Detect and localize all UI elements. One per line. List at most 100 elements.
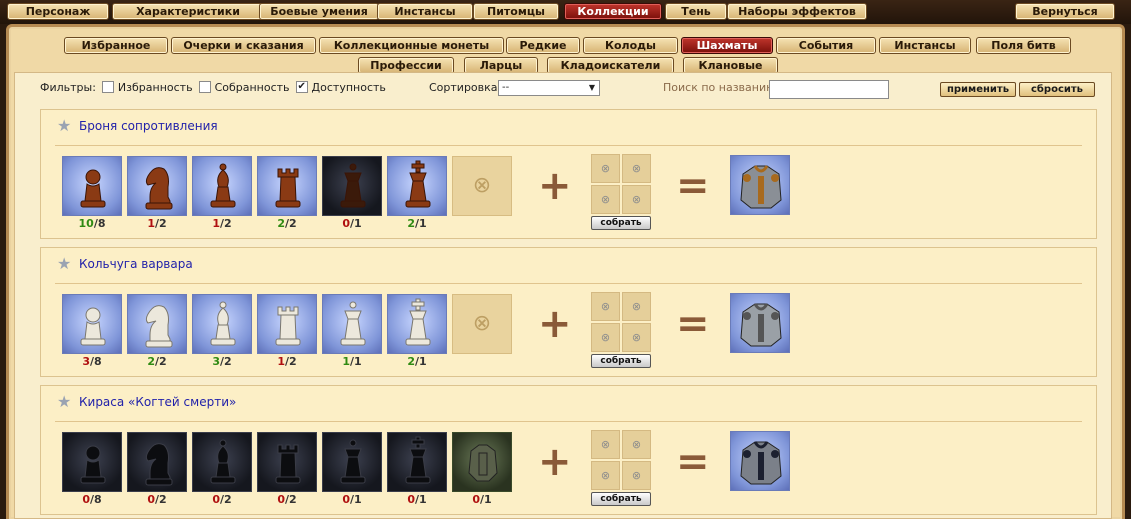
- count-have: 0: [342, 493, 350, 506]
- back-button[interactable]: Вернуться: [1015, 3, 1115, 20]
- collection-title[interactable]: ★ Кольчуга варвара: [57, 256, 193, 272]
- chess-bishop-icon[interactable]: [192, 156, 252, 216]
- chess-queen-icon[interactable]: [322, 294, 382, 354]
- divider: [55, 283, 1082, 284]
- chess-king-icon[interactable]: [387, 294, 447, 354]
- filter-available-checkbox[interactable]: [295, 79, 308, 95]
- divider: [55, 421, 1082, 422]
- item-count: 2/1: [387, 218, 447, 230]
- count-need: 1: [419, 355, 427, 368]
- empty-slot-icon: ⊗: [591, 185, 620, 214]
- count-need: 2: [289, 217, 297, 230]
- collection-title[interactable]: ★ Кираса «Когтей смерти»: [57, 394, 236, 410]
- favorite-star-icon[interactable]: ★: [57, 256, 75, 272]
- count-need: 2: [224, 217, 232, 230]
- collection-title-text[interactable]: Кольчуга варвара: [79, 257, 193, 271]
- count-need: 1: [419, 493, 427, 506]
- count-have: 0: [82, 493, 90, 506]
- count-have: 0: [147, 493, 155, 506]
- chess-knight-icon[interactable]: [127, 294, 187, 354]
- empty-slot-icon: ⊗: [622, 461, 651, 490]
- chess-pawn-icon[interactable]: [62, 294, 122, 354]
- sub-tab-8[interactable]: Поля битв: [976, 37, 1071, 54]
- count-need: 1: [354, 355, 362, 368]
- filter-favorite-checkbox[interactable]: [101, 81, 114, 93]
- reset-button[interactable]: сбросить: [1019, 82, 1095, 97]
- collection-title-text[interactable]: Кираса «Когтей смерти»: [79, 395, 236, 409]
- top-tab-6[interactable]: Тень: [665, 3, 727, 20]
- top-tab-4[interactable]: Питомцы: [473, 3, 559, 20]
- chess-rook-icon[interactable]: [257, 432, 317, 492]
- chess-rook-icon[interactable]: [257, 294, 317, 354]
- cuirass-icon[interactable]: [730, 431, 790, 491]
- count-have: 10: [78, 217, 94, 230]
- sub-tab-0[interactable]: Избранное: [64, 37, 168, 54]
- sub-tab-3[interactable]: Редкие: [506, 37, 580, 54]
- count-need: 1: [484, 493, 492, 506]
- collect-button[interactable]: собрать: [591, 216, 651, 230]
- chess-knight-icon[interactable]: [127, 432, 187, 492]
- sort-select[interactable]: -- ▼: [498, 80, 600, 96]
- empty-slot-icon: ⊗: [452, 156, 512, 216]
- empty-slot-icon: ⊗: [622, 154, 651, 183]
- count-need: 2: [159, 493, 167, 506]
- chevron-down-icon: ▼: [588, 83, 595, 92]
- top-tab-0[interactable]: Персонаж: [7, 3, 109, 20]
- empty-slot-icon: ⊗: [591, 323, 620, 352]
- count-need: 2: [159, 217, 167, 230]
- chess-armor-icon[interactable]: [452, 432, 512, 492]
- item-count: 3/2: [192, 356, 252, 368]
- sub-tab-4[interactable]: Колоды: [583, 37, 678, 54]
- chess-queen-icon[interactable]: [322, 156, 382, 216]
- top-tab-5[interactable]: Коллекции: [564, 3, 662, 20]
- chess-bishop-icon[interactable]: [192, 294, 252, 354]
- sub-tab-2[interactable]: Коллекционные монеты: [319, 37, 504, 54]
- empty-slot-icon: ⊗: [591, 154, 620, 183]
- count-need: 2: [159, 355, 167, 368]
- top-tab-7[interactable]: Наборы эффектов: [727, 3, 867, 20]
- sub-tab-5[interactable]: Шахматы: [681, 37, 773, 54]
- count-have: 1: [212, 217, 220, 230]
- item-count: 0/2: [127, 494, 187, 506]
- sub-tab-7[interactable]: Инстансы: [879, 37, 971, 54]
- chess-pawn-icon[interactable]: [62, 432, 122, 492]
- filter-collected-checkbox[interactable]: [198, 81, 211, 93]
- chess-bishop-icon[interactable]: [192, 432, 252, 492]
- collection-title-text[interactable]: Броня сопротивления: [79, 119, 218, 133]
- filters-label: Фильтры:: [40, 81, 96, 94]
- chess-queen-icon[interactable]: [322, 432, 382, 492]
- collect-button[interactable]: собрать: [591, 492, 651, 506]
- sub-tab-1[interactable]: Очерки и сказания: [171, 37, 316, 54]
- favorite-star-icon[interactable]: ★: [57, 118, 75, 134]
- apply-button[interactable]: применить: [940, 82, 1016, 97]
- item-count: 0/8: [62, 494, 122, 506]
- plus-sign: +: [538, 163, 572, 209]
- top-tab-2[interactable]: Боевые умения: [259, 3, 379, 20]
- count-have: 1: [277, 355, 285, 368]
- empty-slot-icon: ⊗: [452, 294, 512, 354]
- collect-button[interactable]: собрать: [591, 354, 651, 368]
- favorite-star-icon[interactable]: ★: [57, 394, 75, 410]
- chess-pawn-icon[interactable]: [62, 156, 122, 216]
- top-tab-3[interactable]: Инстансы: [377, 3, 473, 20]
- count-have: 0: [342, 217, 350, 230]
- count-have: 1: [342, 355, 350, 368]
- count-have: 0: [277, 493, 285, 506]
- chess-knight-icon[interactable]: [127, 156, 187, 216]
- empty-slot-icon: ⊗: [591, 292, 620, 321]
- search-input[interactable]: [769, 80, 889, 99]
- count-have: 3: [82, 355, 90, 368]
- search-label: Поиск по названию:: [663, 81, 780, 94]
- collection-title[interactable]: ★ Броня сопротивления: [57, 118, 218, 134]
- sub-tab-6[interactable]: События: [776, 37, 876, 54]
- top-tab-1[interactable]: Характеристики: [112, 3, 264, 20]
- count-need: 8: [94, 493, 102, 506]
- count-have: 3: [212, 355, 220, 368]
- empty-slot-icon: ⊗: [622, 185, 651, 214]
- chainmail-icon[interactable]: [730, 293, 790, 353]
- chess-rook-icon[interactable]: [257, 156, 317, 216]
- armor-bronze-icon[interactable]: [730, 155, 790, 215]
- chess-king-icon[interactable]: [387, 156, 447, 216]
- chess-king-icon[interactable]: [387, 432, 447, 492]
- item-count: 1/1: [322, 356, 382, 368]
